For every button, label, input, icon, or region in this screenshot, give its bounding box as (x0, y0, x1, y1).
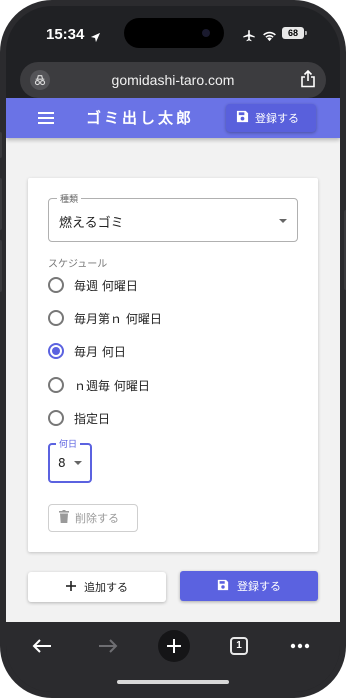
trash-icon (59, 510, 69, 526)
radio-label: ｎ週毎 何曜日 (74, 378, 150, 393)
garbage-type-label: 種類 (57, 192, 82, 205)
dynamic-island (124, 18, 224, 48)
chevron-down-icon (279, 219, 287, 223)
add-label: 追加する (84, 581, 128, 594)
airplane-icon (242, 27, 256, 46)
garbage-type-value: 燃えるゴミ (59, 216, 124, 231)
radio-button[interactable] (48, 277, 64, 293)
schedule-option-monthly-day[interactable]: 毎月 何日 (48, 340, 126, 362)
day-of-month-select[interactable]: 何日 8 (48, 437, 92, 483)
delete-button[interactable]: 削除する (48, 504, 138, 532)
tab-count: 1 (230, 637, 248, 655)
screen: 15:34 68 gomidashi-taro.com ゴミ出し太郎 登録する … (6, 6, 340, 692)
forward-arrow-icon[interactable] (94, 632, 122, 660)
day-of-month-label: 何日 (56, 437, 81, 450)
share-icon[interactable] (300, 69, 316, 92)
web-app: ゴミ出し太郎 登録する 種類 燃えるゴミ スケジュール 毎週 何曜日 毎月第ｎ … (6, 98, 340, 622)
status-bar: 15:34 68 (6, 6, 340, 60)
garbage-type-select[interactable]: 種類 燃えるゴミ (48, 192, 298, 242)
save-icon (236, 110, 249, 126)
header-save-label: 登録する (255, 112, 299, 125)
add-button[interactable]: 追加する (28, 572, 166, 602)
new-tab-icon[interactable] (158, 630, 190, 662)
header-save-button[interactable]: 登録する (226, 104, 316, 132)
wifi-icon (262, 27, 277, 46)
radio-label: 毎週 何曜日 (74, 278, 138, 293)
tabs-icon[interactable]: 1 (225, 632, 253, 660)
status-time: 15:34 (46, 26, 85, 43)
delete-label: 削除する (75, 512, 119, 525)
save-icon (217, 579, 229, 594)
more-icon[interactable] (286, 632, 314, 660)
battery-indicator: 68 (282, 27, 304, 39)
schedule-option-specific-date[interactable]: 指定日 (48, 407, 110, 429)
radio-label: 毎月 何日 (74, 344, 126, 359)
back-arrow-icon[interactable] (28, 632, 56, 660)
home-indicator (117, 680, 229, 684)
schedule-option-monthly-nth-weekday[interactable]: 毎月第ｎ 何曜日 (48, 307, 162, 329)
schedule-option-every-n-weeks[interactable]: ｎ週毎 何曜日 (48, 374, 150, 396)
action-button (0, 132, 2, 158)
app-header: ゴミ出し太郎 登録する (6, 98, 340, 138)
location-arrow-icon (90, 28, 101, 47)
plus-icon (66, 580, 76, 594)
browser-toolbar: 1 (6, 622, 340, 692)
phone-frame: 15:34 68 gomidashi-taro.com ゴミ出し太郎 登録する … (0, 0, 346, 698)
save-button[interactable]: 登録する (180, 571, 318, 601)
schedule-card: 種類 燃えるゴミ スケジュール 毎週 何曜日 毎月第ｎ 何曜日 毎月 何日 ｎ週… (28, 178, 318, 552)
radio-button[interactable] (48, 310, 64, 326)
day-of-month-value: 8 (58, 456, 66, 470)
address-bar[interactable]: gomidashi-taro.com (20, 62, 326, 98)
schedule-label: スケジュール (48, 259, 108, 270)
volume-down-button (0, 240, 2, 292)
volume-up-button (0, 178, 2, 230)
site-settings-icon[interactable] (30, 70, 50, 90)
url-text[interactable]: gomidashi-taro.com (56, 62, 290, 98)
radio-label: 毎月第ｎ 何曜日 (74, 311, 162, 326)
radio-button[interactable] (48, 377, 64, 393)
radio-button-selected[interactable] (48, 343, 64, 359)
schedule-option-weekly[interactable]: 毎週 何曜日 (48, 274, 138, 296)
battery-tip (305, 31, 307, 35)
chevron-down-icon (74, 461, 82, 465)
save-label: 登録する (237, 580, 281, 593)
radio-label: 指定日 (74, 411, 111, 426)
menu-icon[interactable] (38, 110, 54, 129)
app-title: ゴミ出し太郎 (86, 109, 195, 127)
radio-button[interactable] (48, 410, 64, 426)
